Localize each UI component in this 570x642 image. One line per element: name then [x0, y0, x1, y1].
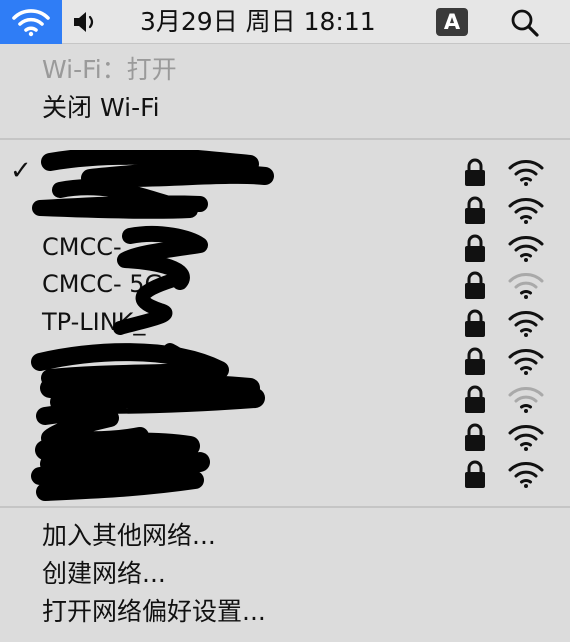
lock-icon: [465, 271, 485, 300]
menubar-clock[interactable]: 3月29日 周日 18:11: [140, 0, 376, 44]
wifi-icon: [12, 9, 50, 37]
lock-icon: [465, 423, 485, 451]
turn-off-wifi-item[interactable]: 关闭 Wi-Fi: [0, 90, 570, 126]
menubar-volume-button[interactable]: [70, 8, 100, 36]
network-row[interactable]: ✓: [0, 152, 570, 190]
connected-checkmark-icon: ✓: [10, 156, 32, 186]
wifi-signal-icon: [508, 424, 544, 451]
open-network-preferences-item[interactable]: 打开网络偏好设置...: [0, 594, 570, 630]
lock-icon: [465, 234, 485, 262]
network-row[interactable]: CMCC-: [0, 228, 570, 266]
network-row[interactable]: [0, 190, 570, 228]
lock-icon: [465, 460, 485, 489]
menu-separator: [0, 138, 570, 140]
network-name: CMCC-: [42, 232, 122, 261]
network-name: TP-LINK_: [42, 308, 146, 337]
wifi-menu-screen: 3月29日 周日 18:11 A Wi-Fi：打开 关闭 Wi-Fi ✓ CMCC…: [0, 0, 570, 642]
create-network-item[interactable]: 创建网络...: [0, 556, 570, 592]
wifi-signal-icon: [508, 197, 544, 224]
lock-icon: [465, 347, 485, 375]
menu-bar: 3月29日 周日 18:11 A: [0, 0, 570, 44]
wifi-status-label: Wi-Fi：打开: [42, 55, 177, 84]
lock-icon: [465, 309, 485, 338]
menu-separator: [0, 506, 570, 508]
network-row[interactable]: CMCC- 5G: [0, 265, 570, 303]
wifi-signal-icon: [508, 349, 544, 375]
network-row[interactable]: [0, 379, 570, 417]
wifi-signal-icon: [508, 462, 544, 489]
network-row[interactable]: [0, 454, 570, 492]
join-other-network-item[interactable]: 加入其他网络...: [0, 518, 570, 554]
wifi-signal-icon: [508, 311, 544, 338]
lock-icon: [465, 158, 485, 186]
lock-icon: [465, 385, 485, 413]
network-row[interactable]: TP-LINK_: [0, 303, 570, 341]
spotlight-button[interactable]: [508, 8, 542, 38]
network-row[interactable]: [0, 341, 570, 379]
wifi-signal-icon: [508, 235, 544, 262]
wifi-signal-icon: [508, 386, 544, 413]
lock-icon: [465, 196, 485, 224]
network-name: CMCC- 5G: [42, 270, 164, 299]
input-source-button[interactable]: A: [436, 8, 468, 36]
network-row[interactable]: [0, 417, 570, 455]
wifi-signal-icon: [508, 273, 544, 300]
search-icon: [511, 9, 539, 37]
menubar-wifi-button[interactable]: [0, 0, 62, 44]
wifi-signal-icon: [508, 160, 544, 186]
volume-icon: [74, 12, 94, 32]
